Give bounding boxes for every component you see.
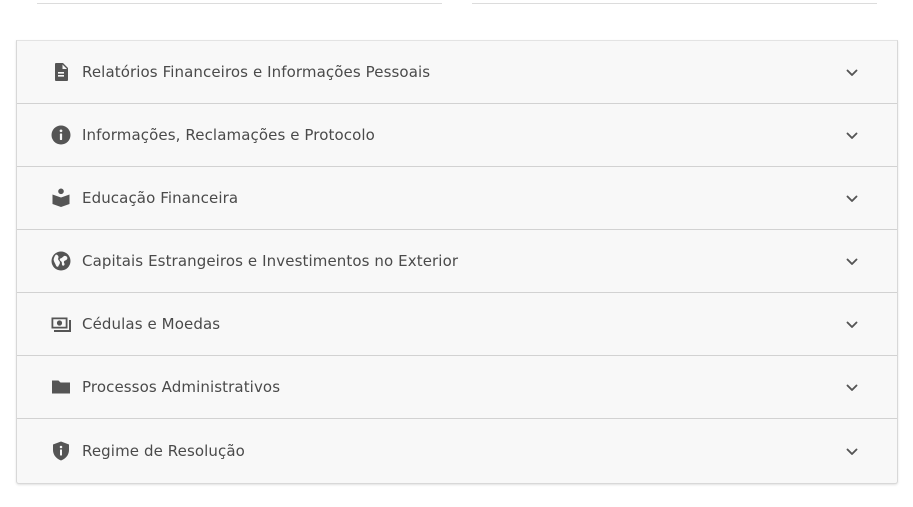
chevron-down-icon[interactable] <box>845 317 859 331</box>
accordion-item-processos[interactable]: Processos Administrativos <box>17 356 897 419</box>
accordion-item-label: Capitais Estrangeiros e Investimentos no… <box>82 252 459 270</box>
right-field-underline <box>472 3 877 4</box>
shield-icon <box>50 440 72 462</box>
chevron-down-icon[interactable] <box>845 65 859 79</box>
left-field-underline <box>37 3 442 4</box>
accordion-item-label: Informações, Reclamações e Protocolo <box>82 126 375 144</box>
document-icon <box>50 61 72 83</box>
accordion-item-capitais[interactable]: Capitais Estrangeiros e Investimentos no… <box>17 230 897 293</box>
accordion-item-label: Relatórios Financeiros e Informações Pes… <box>82 63 431 81</box>
top-form-area <box>16 0 898 40</box>
chevron-down-icon[interactable] <box>845 128 859 142</box>
accordion-item-informacoes[interactable]: Informações, Reclamações e Protocolo <box>17 104 897 167</box>
accordion-item-label: Educação Financeira <box>82 189 239 207</box>
folder-icon <box>50 376 72 398</box>
reader-icon <box>50 187 72 209</box>
accordion-item-label: Processos Administrativos <box>82 378 281 396</box>
services-accordion: Relatórios Financeiros e Informações Pes… <box>16 40 898 484</box>
chevron-down-icon[interactable] <box>845 444 859 458</box>
chevron-down-icon[interactable] <box>845 380 859 394</box>
accordion-item-label: Cédulas e Moedas <box>82 315 221 333</box>
chevron-down-icon[interactable] <box>845 191 859 205</box>
info-icon <box>50 124 72 146</box>
accordion-item-relatorios[interactable]: Relatórios Financeiros e Informações Pes… <box>17 41 897 104</box>
accordion-item-label: Regime de Resolução <box>82 442 245 460</box>
globe-icon <box>50 250 72 272</box>
accordion-item-cedulas[interactable]: Cédulas e Moedas <box>17 293 897 356</box>
money-icon <box>50 313 72 335</box>
chevron-down-icon[interactable] <box>845 254 859 268</box>
accordion-item-educacao[interactable]: Educação Financeira <box>17 167 897 230</box>
accordion-item-regime[interactable]: Regime de Resolução <box>17 419 897 483</box>
